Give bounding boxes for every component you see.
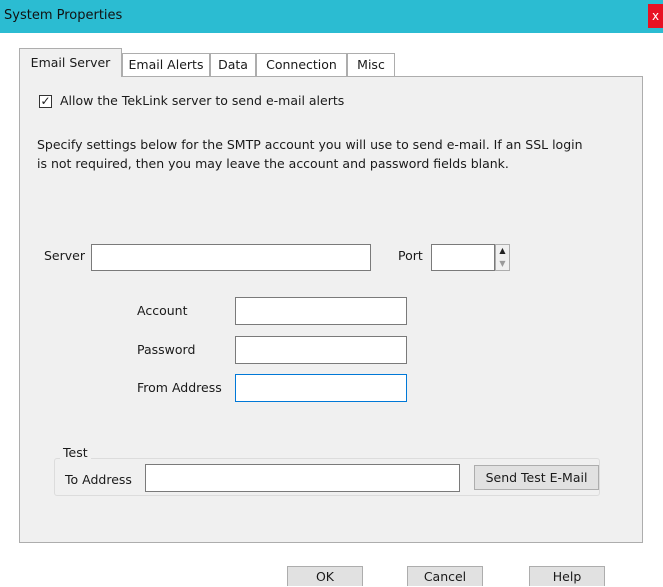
spinner-up-icon[interactable]: ▲: [497, 245, 508, 257]
send-test-email-button[interactable]: Send Test E-Mail: [474, 465, 599, 490]
tab-email-server[interactable]: Email Server: [19, 48, 122, 77]
spinner-down-icon[interactable]: ▼: [497, 258, 508, 270]
tab-connection[interactable]: Connection: [256, 53, 347, 76]
close-button[interactable]: x: [648, 4, 663, 28]
password-label: Password: [137, 342, 196, 357]
tab-data[interactable]: Data: [210, 53, 256, 76]
help-button[interactable]: Help: [529, 566, 605, 586]
port-spinner: ▲ ▼: [495, 244, 510, 271]
tab-email-alerts[interactable]: Email Alerts: [122, 53, 210, 76]
from-address-label: From Address: [137, 380, 222, 395]
port-input[interactable]: [431, 244, 495, 271]
account-input[interactable]: [235, 297, 407, 325]
server-label: Server: [44, 248, 85, 263]
description-line-2: is not required, then you may leave the …: [37, 156, 509, 171]
window-title: System Properties: [4, 8, 123, 23]
to-address-label: To Address: [65, 472, 132, 487]
to-address-input[interactable]: [145, 464, 460, 492]
test-group-label: Test: [60, 445, 91, 460]
ok-button[interactable]: OK: [287, 566, 363, 586]
allow-email-checkbox[interactable]: ✓: [39, 95, 52, 108]
description-line-1: Specify settings below for the SMTP acco…: [37, 137, 583, 152]
password-input[interactable]: [235, 336, 407, 364]
port-label: Port: [398, 248, 423, 263]
cancel-button[interactable]: Cancel: [407, 566, 483, 586]
account-label: Account: [137, 303, 188, 318]
tab-misc[interactable]: Misc: [347, 53, 395, 76]
server-input[interactable]: [91, 244, 371, 271]
allow-email-label: Allow the TekLink server to send e-mail …: [60, 93, 345, 108]
from-address-input[interactable]: [235, 374, 407, 402]
